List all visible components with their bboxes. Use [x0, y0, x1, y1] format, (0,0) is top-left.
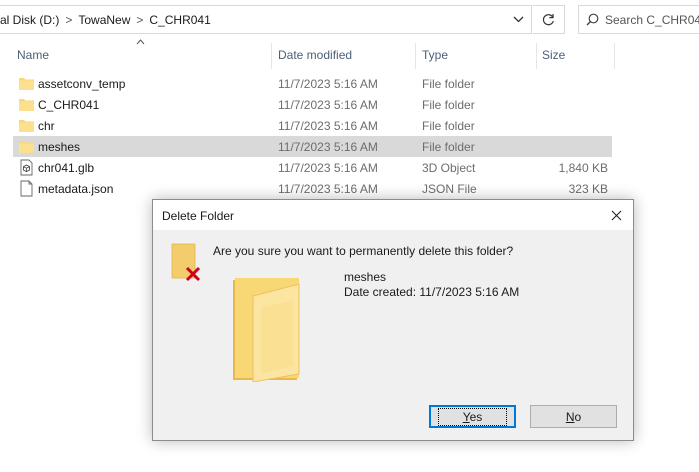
- file-size: 1,840 KB: [558, 161, 608, 175]
- folder-icon: [19, 120, 34, 132]
- file-name: C_CHR041: [38, 98, 100, 112]
- column-header-type[interactable]: Type: [422, 40, 448, 70]
- refresh-button[interactable]: [533, 5, 565, 34]
- yes-label-rest: es: [469, 409, 483, 424]
- address-row: al Disk (D:) > TowaNew > C_CHR041: [0, 0, 699, 39]
- dialog-date-created: Date created: 11/7/2023 5:16 AM: [344, 285, 519, 299]
- file-type: File folder: [422, 77, 475, 91]
- column-divider[interactable]: [536, 43, 537, 69]
- search-box[interactable]: [578, 5, 699, 34]
- file-date: 11/7/2023 5:16 AM: [278, 77, 378, 91]
- dialog-close-button[interactable]: [599, 200, 633, 230]
- yes-button-label: Yes: [437, 407, 508, 426]
- date-created-label: Date created:: [344, 285, 417, 299]
- date-created-value: 11/7/2023 5:16 AM: [419, 285, 520, 299]
- file-date: 11/7/2023 5:16 AM: [278, 161, 378, 175]
- folder-icon: [233, 278, 300, 382]
- file-type: File folder: [422, 140, 475, 154]
- column-header-name[interactable]: Name: [17, 40, 49, 70]
- file-size: 323 KB: [568, 182, 608, 196]
- address-bar[interactable]: al Disk (D:) > TowaNew > C_CHR041: [0, 5, 532, 34]
- delete-folder-dialog: Delete Folder Are you sure you want to p…: [152, 199, 634, 441]
- column-divider[interactable]: [271, 43, 272, 69]
- file-row-assetconv-temp[interactable]: assetconv_temp 11/7/2023 5:16 AM File fo…: [13, 73, 612, 94]
- dialog-title-bar[interactable]: Delete Folder: [153, 200, 633, 230]
- file-name: chr041.glb: [38, 161, 95, 175]
- column-header-date-modified[interactable]: Date modified: [278, 40, 352, 70]
- dialog-folder-name: meshes: [344, 270, 387, 284]
- no-label-rest: o: [574, 409, 582, 424]
- file-name: metadata.json: [38, 182, 114, 196]
- file-name: meshes: [38, 140, 81, 154]
- document-file-icon: [20, 180, 33, 197]
- file-row-metadata-json[interactable]: metadata.json 11/7/2023 5:16 AM JSON Fil…: [13, 178, 612, 199]
- yes-accelerator: Y: [462, 409, 470, 424]
- file-type: JSON File: [422, 182, 477, 196]
- folder-icon: [19, 78, 34, 90]
- search-icon: [579, 6, 605, 33]
- column-header-size[interactable]: Size: [542, 40, 565, 70]
- file-row-c-chr041[interactable]: C_CHR041 11/7/2023 5:16 AM File folder: [13, 94, 612, 115]
- file-type: File folder: [422, 119, 475, 133]
- breadcrumb-towanew[interactable]: TowaNew: [78, 13, 130, 27]
- file-row-chr[interactable]: chr 11/7/2023 5:16 AM File folder: [13, 115, 612, 136]
- file-date: 11/7/2023 5:16 AM: [278, 140, 378, 154]
- delete-folder-warning-icon: [171, 243, 201, 282]
- close-icon: [611, 210, 621, 220]
- file-date: 11/7/2023 5:16 AM: [278, 98, 378, 112]
- search-input[interactable]: [605, 12, 699, 27]
- yes-button[interactable]: Yes: [429, 405, 516, 428]
- breadcrumb-separator[interactable]: >: [136, 13, 143, 27]
- breadcrumb-c-chr041[interactable]: C_CHR041: [149, 13, 210, 27]
- file-date: 11/7/2023 5:16 AM: [278, 119, 378, 133]
- column-divider[interactable]: [415, 43, 416, 69]
- file-date: 11/7/2023 5:16 AM: [278, 182, 378, 196]
- folder-icon: [19, 141, 34, 153]
- column-headers: Name Date modified Type Size: [0, 40, 699, 70]
- column-divider[interactable]: [614, 43, 615, 69]
- no-button[interactable]: No: [530, 405, 617, 428]
- file-type: File folder: [422, 98, 475, 112]
- sort-ascending-icon: [136, 37, 145, 47]
- breadcrumb-separator[interactable]: >: [65, 13, 72, 27]
- breadcrumb: al Disk (D:) > TowaNew > C_CHR041: [0, 6, 211, 33]
- dialog-question: Are you sure you want to permanently del…: [213, 244, 514, 258]
- breadcrumb-drive[interactable]: al Disk (D:): [0, 13, 59, 27]
- file-row-chr041-glb[interactable]: chr041.glb 11/7/2023 5:16 AM 3D Object 1…: [13, 157, 612, 178]
- file-type: 3D Object: [422, 161, 476, 175]
- folder-icon: [19, 99, 34, 111]
- refresh-icon: [542, 14, 554, 26]
- no-button-label: No: [566, 410, 581, 424]
- 3d-object-file-icon: [20, 159, 33, 176]
- file-name: chr: [38, 119, 55, 133]
- dialog-title: Delete Folder: [162, 209, 235, 223]
- file-row-meshes[interactable]: meshes 11/7/2023 5:16 AM File folder: [13, 136, 612, 157]
- file-name: assetconv_temp: [38, 77, 126, 91]
- address-dropdown-button[interactable]: [505, 6, 531, 33]
- chevron-down-icon: [513, 16, 523, 23]
